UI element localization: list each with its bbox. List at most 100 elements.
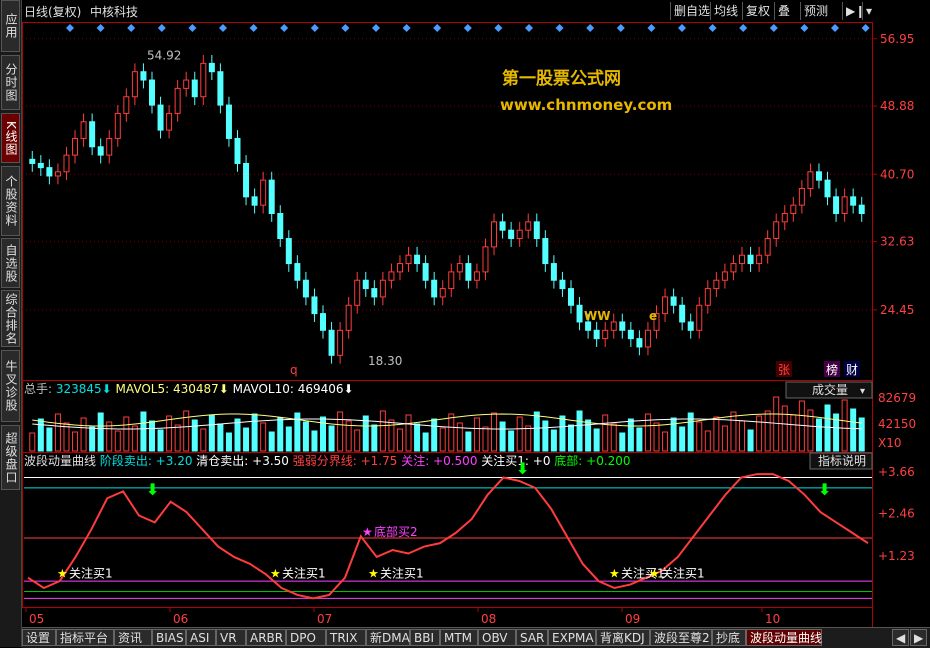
candle-up	[456, 263, 463, 273]
tab-14[interactable]: EXPMA	[548, 629, 596, 646]
tab-6[interactable]: ARBR	[246, 629, 286, 646]
diamond-marker	[66, 24, 74, 32]
volume-axis-label: X10	[878, 436, 902, 450]
volume-bar	[157, 429, 164, 452]
tab-8[interactable]: TRIX	[326, 629, 366, 646]
price-tick-label: 24.45	[880, 303, 914, 317]
candle-down	[302, 279, 309, 298]
volume-bar	[448, 413, 455, 452]
candle-down	[499, 221, 506, 231]
scroll-right-icon[interactable]: ▶	[910, 629, 927, 646]
candle-up	[72, 137, 79, 156]
scroll-left-icon[interactable]: ◀	[892, 629, 909, 646]
volume-bar	[268, 431, 275, 452]
volume-bar	[379, 410, 386, 452]
sidebar-item-4[interactable]: 自选股	[1, 238, 20, 288]
candle-down	[833, 196, 840, 215]
diamond-marker	[647, 24, 656, 32]
chart-header: 日线(复权) 中核科技 删自选 均线 复权叠预测 ▶❙ ▾	[22, 0, 930, 22]
sidebar-item-5[interactable]: 综合排名	[1, 290, 20, 347]
diamond-marker	[402, 24, 411, 32]
time-label: 07	[317, 612, 332, 626]
volume-bar	[337, 411, 344, 452]
volume-bar	[491, 412, 498, 452]
tab-12[interactable]: OBV	[478, 629, 516, 646]
tab-10[interactable]: BBI	[410, 629, 440, 646]
volume-bar	[114, 430, 121, 452]
volume-bar	[679, 426, 686, 452]
tab-4[interactable]: ASI	[186, 629, 216, 646]
candle-down	[251, 196, 258, 206]
diamond-marker	[157, 24, 166, 32]
volume-bar	[721, 425, 728, 452]
candle-down	[97, 146, 104, 156]
tab-0[interactable]: 设置	[22, 629, 56, 646]
candle-up	[439, 288, 446, 298]
sidebar-item-6[interactable]: 牛叉诊股	[1, 350, 20, 422]
dropdown-arrow-icon[interactable]: ▾	[862, 2, 875, 20]
candle-up	[730, 263, 737, 273]
toolbar-button-0[interactable]: 删自选	[670, 2, 713, 20]
tab-5[interactable]: VR	[216, 629, 246, 646]
diamond-marker	[769, 24, 778, 32]
toolbar-button-1[interactable]: 均线	[710, 2, 741, 20]
candle-up	[183, 79, 190, 89]
volume-bar	[131, 425, 138, 452]
candle-up	[405, 254, 412, 265]
tab-1[interactable]: 指标平台	[56, 629, 114, 646]
tab-3[interactable]: BIAS	[152, 629, 186, 646]
tab-2[interactable]: 资讯	[114, 629, 152, 646]
sidebar-item-2[interactable]: K线图	[1, 113, 20, 163]
tab-16[interactable]: 波段至尊2	[650, 629, 712, 646]
tab-18[interactable]: 波段动量曲线	[746, 629, 822, 646]
diamond-marker	[127, 24, 136, 32]
volume-bar	[234, 418, 241, 452]
toolbar-button-3[interactable]: 叠	[774, 2, 793, 20]
tab-15[interactable]: 背离KDJ	[596, 629, 650, 646]
volume-bar	[166, 415, 173, 452]
toolbar-button-2[interactable]: 复权	[742, 2, 773, 20]
volume-bar	[773, 396, 780, 452]
candle-down	[858, 204, 865, 215]
stock-name: 中核科技	[90, 5, 139, 19]
sidebar-item-7[interactable]: 超级盘口	[1, 425, 20, 490]
volume-bar	[841, 399, 848, 452]
diamond-marker	[494, 24, 503, 32]
diamond-marker	[310, 24, 319, 32]
sidebar-item-3[interactable]: 个股资料	[1, 166, 20, 236]
sidebar-item-0[interactable]: 应用	[1, 0, 20, 52]
left-sidebar: 应用分时图 K线图个股资料自选股综合排名牛叉诊股超级盘口	[0, 0, 22, 647]
diamond-marker	[861, 24, 870, 32]
volume-bar	[72, 431, 79, 452]
volume-bar	[593, 428, 600, 452]
volume-bar	[37, 418, 44, 452]
candle-down	[824, 179, 831, 198]
star-icon: ★	[57, 567, 68, 581]
tab-7[interactable]: DPO	[286, 629, 326, 646]
tab-17[interactable]: 抄底	[712, 629, 746, 646]
volume-bar	[148, 420, 155, 452]
tab-11[interactable]: MTM	[440, 629, 478, 646]
tab-9[interactable]: 新DMA	[366, 629, 410, 646]
candle-down	[285, 238, 292, 265]
sidebar-item-1[interactable]: 分时图	[1, 55, 20, 110]
period-label[interactable]: 日线(复权)	[24, 3, 81, 20]
volume-bar	[302, 421, 309, 452]
chart-svg[interactable]: 56.95 48.88 40.70 32.63 24.45 54.92 18.30 第一股票公…	[22, 22, 930, 627]
kline-chart[interactable]: 56.95 48.88 40.70 32.63 24.45 54.92 18.30 第一股票公…	[22, 22, 930, 627]
volume-bar	[260, 422, 267, 452]
candle-up	[354, 279, 361, 306]
tab-13[interactable]: SAR	[516, 629, 548, 646]
volume-axis-label: 82679	[878, 391, 916, 405]
candle-down	[191, 79, 198, 98]
candle-up	[807, 171, 814, 189]
indicator-axis-label: +1.23	[878, 549, 915, 563]
candle-down	[414, 254, 421, 265]
volume-bar	[371, 424, 378, 452]
volume-bar	[482, 426, 489, 452]
volume-bar	[97, 412, 104, 452]
toolbar-button-4[interactable]: 预测	[800, 2, 831, 20]
volume-bar	[850, 408, 857, 452]
volume-bar	[473, 417, 480, 452]
candle-down	[815, 171, 822, 181]
